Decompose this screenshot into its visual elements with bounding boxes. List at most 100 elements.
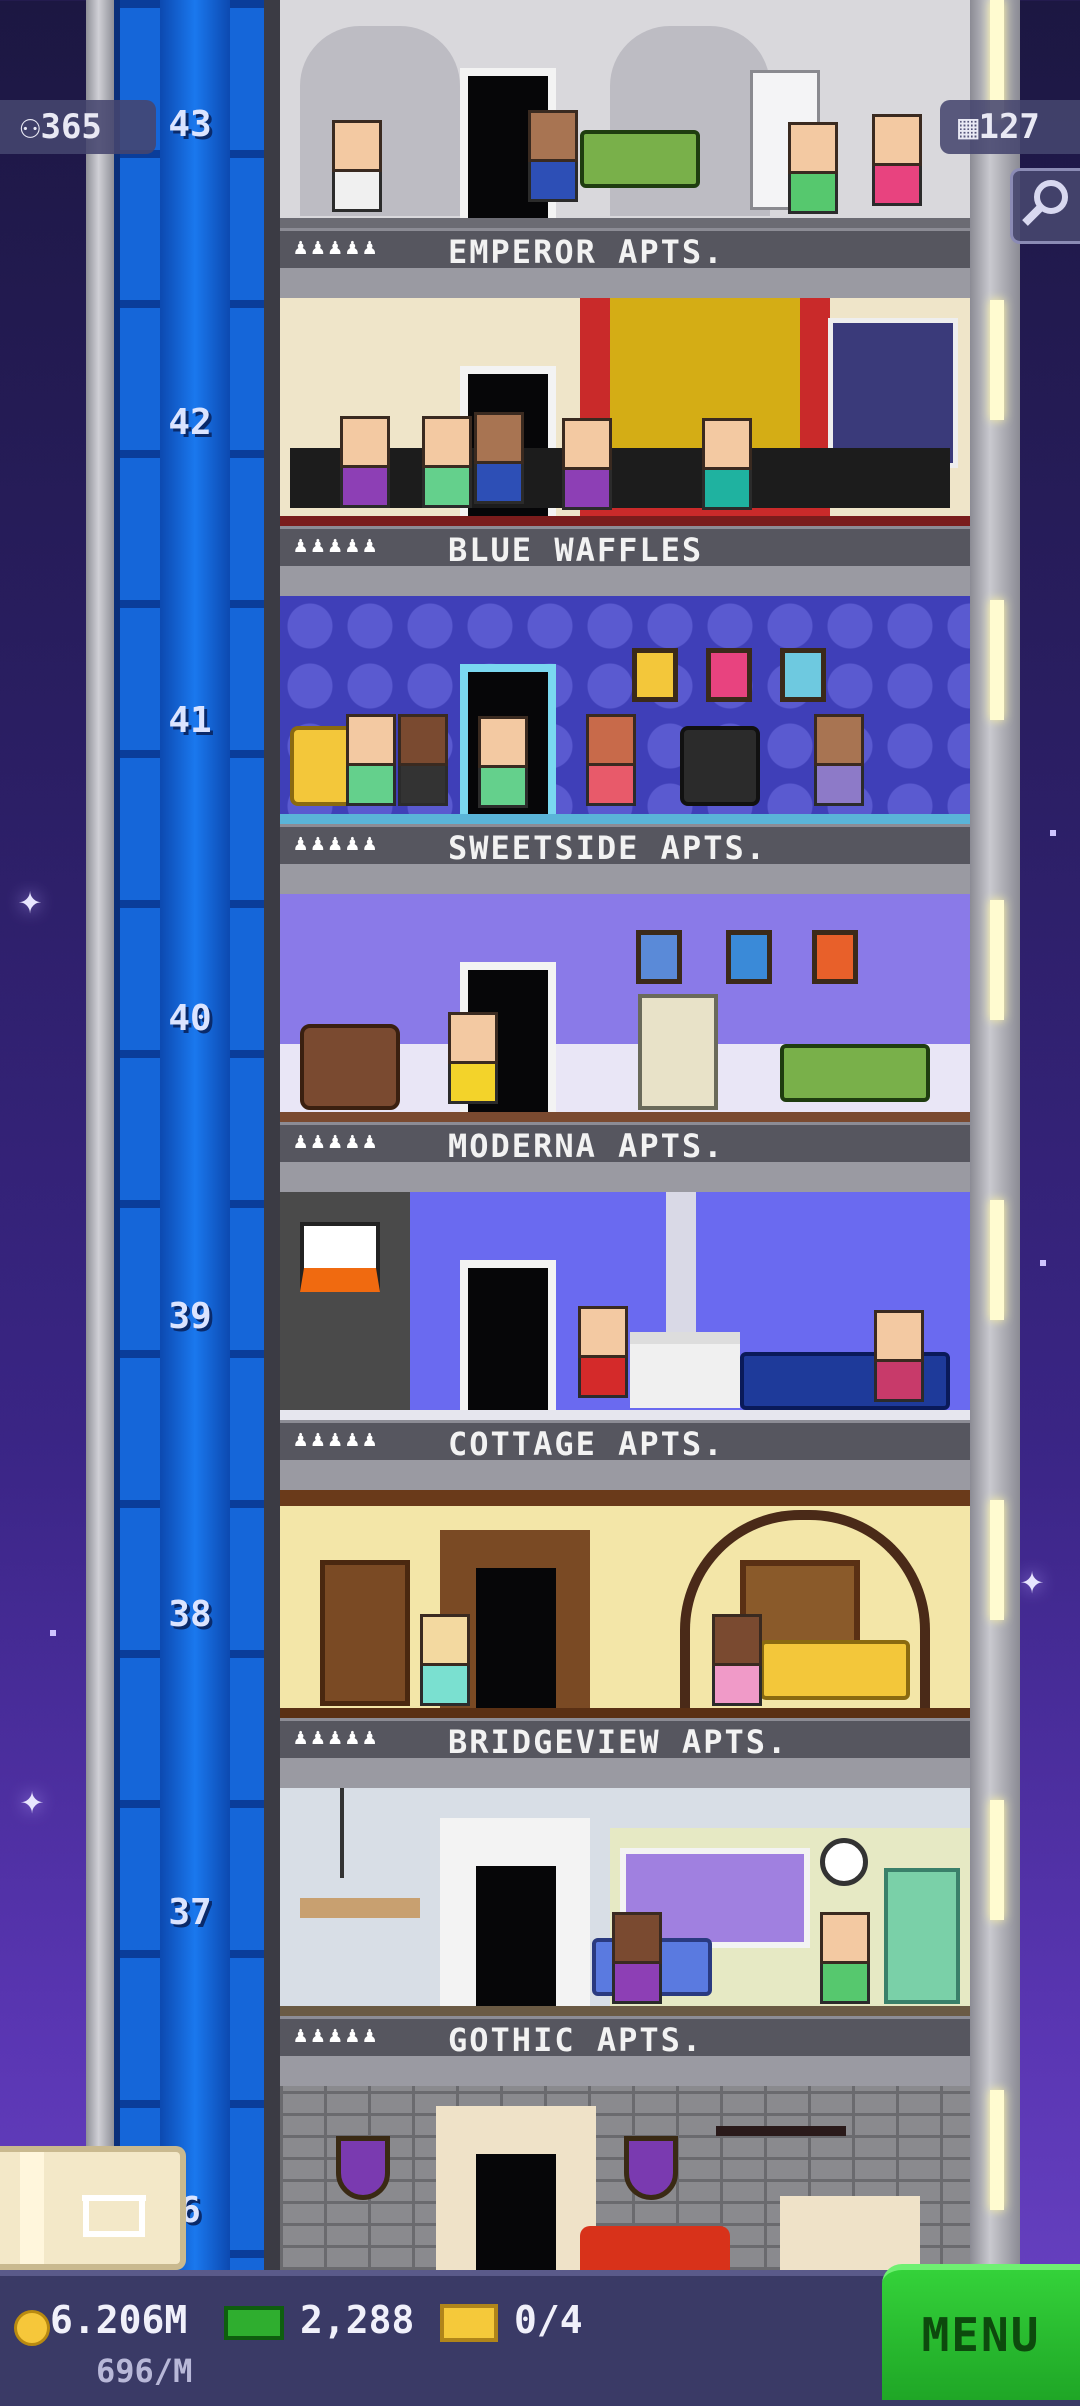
floor-gap: [280, 1162, 970, 1192]
floor-door: [460, 1260, 556, 1418]
sky-star: ✦: [1020, 1557, 1045, 1603]
resident: [422, 416, 472, 508]
floor-40[interactable]: ♟♟♟♟♟ MODERNA APTS.: [280, 894, 970, 1192]
resident: [872, 114, 922, 206]
sky-star: ✦: [20, 1777, 45, 1823]
floor-41[interactable]: ♟♟♟♟♟ SWEETSIDE APTS.: [280, 596, 970, 894]
chandelier: [716, 2086, 846, 2136]
bux-icon: [224, 2306, 284, 2340]
floor-base: [280, 1112, 970, 1122]
floor-43[interactable]: ♟♟♟♟♟ EMPEROR APTS.: [280, 0, 970, 298]
resident: [474, 412, 524, 504]
floor-number: 37: [168, 1892, 212, 1933]
stair-window: [990, 2090, 1004, 2210]
floor-name: MODERNA APTS.: [448, 1127, 725, 1165]
room-interior: [280, 894, 970, 1122]
floor-gap: [280, 2056, 970, 2086]
coin-rate: 696/M: [96, 2352, 193, 2390]
rating-stars: ♟♟♟♟♟: [294, 235, 381, 260]
fireplace: [630, 1332, 740, 1408]
room-interior: [280, 1192, 970, 1420]
resident: [332, 120, 382, 212]
room-interior: [280, 2086, 970, 2270]
stair-window: [990, 900, 1004, 1020]
sky-star: ✦: [18, 877, 43, 923]
resident: [586, 714, 636, 806]
resident: [346, 714, 396, 806]
floor-base: [280, 218, 970, 228]
sofa: [580, 130, 700, 188]
floor-37[interactable]: ♟♟♟♟♟ GOTHIC APTS.: [280, 1788, 970, 2086]
wood-beam: [280, 1490, 970, 1506]
floor-39[interactable]: ♟♟♟♟♟ COTTAGE APTS.: [280, 1192, 970, 1490]
room-interior: [280, 596, 970, 824]
night-window: [828, 318, 958, 468]
floors-grid-icon: ▦: [958, 107, 979, 147]
search-button[interactable]: [1010, 168, 1080, 244]
vip-value[interactable]: 0/4: [514, 2298, 583, 2342]
resident: [612, 1912, 662, 2004]
floor-name: BLUE WAFFLES: [448, 531, 704, 569]
resident: [874, 1310, 924, 1402]
floor-36[interactable]: [280, 2086, 970, 2270]
resident: [578, 1306, 628, 1398]
resident: [702, 418, 752, 510]
population-value: 365: [40, 107, 102, 147]
resident: [820, 1912, 870, 2004]
wall-art: [300, 1222, 380, 1292]
stair-window: [990, 1500, 1004, 1620]
search-icon: [1022, 180, 1068, 226]
wall-picture: [706, 648, 752, 702]
yellow-sofa: [760, 1640, 910, 1700]
heraldic-shield: [624, 2136, 678, 2200]
chimney: [666, 1192, 696, 1332]
resident: [398, 714, 448, 806]
resident: [712, 1614, 762, 1706]
sky-dot: [50, 1630, 56, 1636]
resident: [814, 714, 864, 806]
floor-gap: [280, 864, 970, 894]
wall-picture: [812, 930, 858, 984]
resident: [340, 416, 390, 508]
sofa: [780, 1044, 930, 1102]
vip-ticket-icon: [440, 2304, 498, 2342]
storage-box-icon: [20, 2152, 146, 2264]
floor-door: [468, 1560, 564, 1708]
person-icon: ⚇: [20, 107, 41, 147]
room-interior: [280, 1788, 970, 2016]
sky-dot: [1040, 1260, 1046, 1266]
floor-name: SWEETSIDE APTS.: [448, 829, 767, 867]
brown-armchair: [300, 1024, 400, 1110]
resident: [478, 716, 528, 808]
floor-base: [280, 1410, 970, 1420]
coins-value: 6.206M: [50, 2298, 188, 2342]
rating-stars: ♟♟♟♟♟: [294, 533, 381, 558]
green-fridge: [884, 1868, 960, 2004]
floor-38[interactable]: ♟♟♟♟♟ BRIDGEVIEW APTS.: [280, 1490, 970, 1788]
floor-base: [280, 814, 970, 824]
floors-counter[interactable]: ▦127: [940, 100, 1080, 154]
wall-picture: [780, 648, 826, 702]
resident: [562, 418, 612, 510]
floor-base: [280, 516, 970, 526]
menu-button[interactable]: MENU: [882, 2264, 1080, 2400]
floor-name: COTTAGE APTS.: [448, 1425, 725, 1463]
tower-left-pillar: [86, 0, 114, 2270]
bookshelf: [320, 1560, 410, 1706]
stair-window: [990, 600, 1004, 720]
floor-42[interactable]: ♟♟♟♟♟ BLUE WAFFLES: [280, 298, 970, 596]
floor-door: [468, 1858, 564, 2006]
rating-stars: ♟♟♟♟♟: [294, 831, 381, 856]
red-sofa: [580, 2226, 730, 2270]
bux-value[interactable]: 2,288: [300, 2298, 414, 2342]
stair-window: [990, 300, 1004, 420]
floor-name: EMPEROR APTS.: [448, 233, 725, 271]
floor-gap: [280, 566, 970, 596]
floor-number: 40: [168, 998, 212, 1039]
population-counter[interactable]: ⚇365: [0, 100, 156, 154]
floor-gap: [280, 1460, 970, 1490]
storage-box-button[interactable]: [0, 2146, 186, 2270]
floor-door: [468, 2146, 564, 2270]
floor-number: 41: [168, 700, 212, 741]
resident: [788, 122, 838, 214]
